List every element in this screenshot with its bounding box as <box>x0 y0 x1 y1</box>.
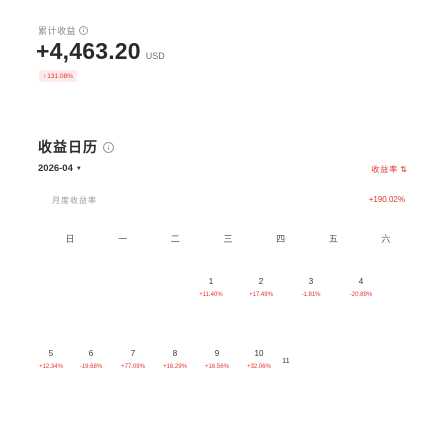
day-pct: +77.09% <box>121 364 145 370</box>
day-number: 4 <box>358 277 364 286</box>
day-number: 2 <box>258 277 264 286</box>
calendar-day[interactable]: 10 +32.06% <box>236 349 282 370</box>
monthly-rate-label: 月度收益率 <box>52 196 97 205</box>
pnl-value: +4,463.20 <box>36 38 141 64</box>
day-pct: +17.49% <box>249 292 273 298</box>
monthly-rate-value: +190.02% <box>368 195 405 204</box>
calendar-day[interactable]: 8 +16.29% <box>152 349 198 370</box>
change-pct-badge: ↑ 131.08% <box>39 70 77 82</box>
calendar-title-row: 收益日历 <box>38 137 114 157</box>
day-number: 1 <box>208 277 214 286</box>
calendar-day[interactable]: 9 +16.56% <box>194 349 240 370</box>
caret-down-icon: ▼ <box>75 165 82 172</box>
calendar-day[interactable]: 7 +77.09% <box>110 349 156 370</box>
calendar-day[interactable]: 1 +11.40% <box>188 277 234 298</box>
day-number: 7 <box>130 349 136 358</box>
day-number: 9 <box>214 349 220 358</box>
swap-icon: ⇅ <box>400 165 408 174</box>
day-pct: +16.56% <box>205 364 229 370</box>
calendar-day[interactable]: 3 -1.81% <box>288 277 334 298</box>
calendar-day[interactable]: 6 -19.68% <box>68 349 114 370</box>
weekday-label: 一 <box>118 234 128 244</box>
weekday-label: 二 <box>170 234 180 244</box>
day-pct: +16.29% <box>163 364 187 370</box>
day-number: 6 <box>88 349 94 358</box>
day-pct: -20.89% <box>349 292 373 298</box>
weekday-label: 六 <box>381 234 391 244</box>
calendar-title: 收益日历 <box>38 139 98 155</box>
info-icon[interactable] <box>103 141 114 153</box>
calendar-day[interactable]: 4 -20.89% <box>338 277 384 298</box>
cumulative-label: 累计收益 <box>38 26 77 36</box>
weekday-header: 日 一 二 三 四 五 六 <box>40 232 410 245</box>
weekday-label: 日 <box>65 234 75 244</box>
day-pct: +32.06% <box>247 364 271 370</box>
pnl-summary: +4,463.20 USD <box>36 38 165 65</box>
cumulative-label-row: 累计收益 <box>38 24 89 37</box>
weekday-label: 五 <box>328 234 338 244</box>
pnl-unit: USD <box>145 51 165 61</box>
view-toggle[interactable]: 收益率 ⇅ <box>371 164 408 175</box>
day-pct: +11.40% <box>199 292 223 298</box>
month-value: 2026-04 <box>38 163 73 174</box>
day-number: 10 <box>254 349 264 358</box>
change-pct: 131.08% <box>47 72 73 80</box>
day-number: 8 <box>172 349 178 358</box>
weekday-label: 三 <box>223 234 233 244</box>
weekday-label: 四 <box>276 234 286 244</box>
month-selector[interactable]: 2026-04 ▼ <box>38 163 82 174</box>
calendar-day[interactable]: 2 +17.49% <box>238 277 284 298</box>
day-pct: -19.68% <box>79 364 103 370</box>
info-icon[interactable] <box>79 26 89 35</box>
arrow-up-icon: ↑ <box>43 72 47 80</box>
day-number-overflow: 11 <box>282 356 290 365</box>
view-toggle-label: 收益率 <box>371 165 399 174</box>
day-pct: -1.81% <box>301 292 321 298</box>
day-number: 3 <box>308 277 314 286</box>
